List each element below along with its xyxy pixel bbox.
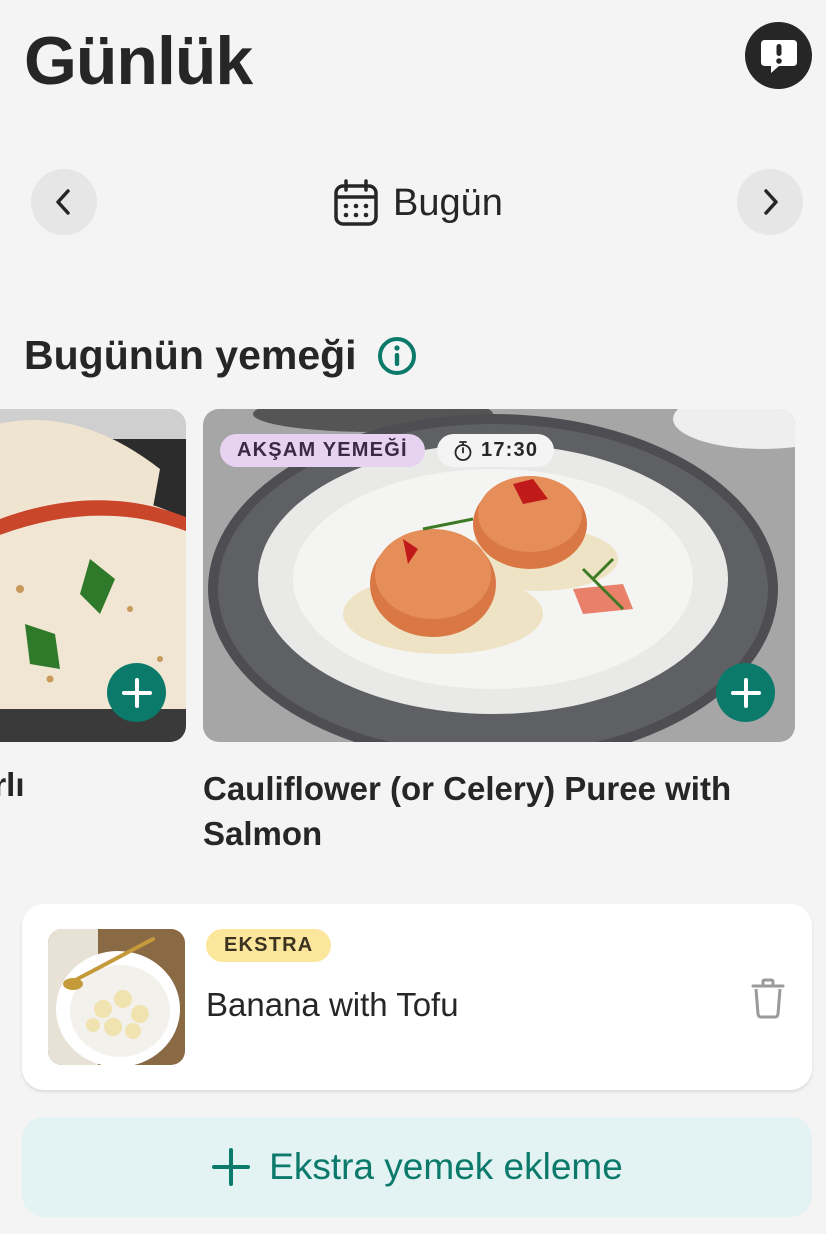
plus-icon [730, 677, 761, 708]
next-day-button[interactable] [737, 169, 803, 235]
add-meal-button[interactable] [716, 663, 775, 722]
add-meal-button-previous[interactable] [107, 663, 166, 722]
date-label: Bugün [393, 181, 503, 224]
page-title: Günlük [24, 23, 253, 99]
date-selector[interactable]: Bugün [333, 178, 503, 228]
chevron-left-icon [56, 189, 70, 215]
meal-title[interactable]: Cauliflower (or Celery) Puree with Salmo… [203, 766, 783, 856]
feedback-button[interactable] [745, 22, 812, 89]
plus-icon [212, 1148, 251, 1186]
exclamation-bubble-icon [760, 39, 797, 73]
add-extra-meal-button[interactable]: Ekstra yemek ekleme [22, 1117, 812, 1217]
section-title-text: Bugünün yemeği [24, 332, 357, 378]
add-extra-label: Ekstra yemek ekleme [269, 1146, 623, 1187]
extra-item-name: Banana with Tofu [206, 986, 459, 1023]
plus-icon [121, 677, 152, 708]
extra-item-card[interactable]: EKSTRA Banana with Tofu [22, 904, 812, 1090]
trash-icon [751, 978, 785, 1019]
meal-type-tag: AKŞAM YEMEĞİ [220, 434, 425, 467]
stopwatch-icon [454, 440, 472, 461]
calendar-icon [334, 179, 378, 226]
chevron-right-icon [764, 189, 778, 215]
meal-time-tag: 17:30 [437, 434, 555, 467]
extra-item-image [48, 929, 185, 1065]
section-title: Bugünün yemeği [24, 332, 417, 379]
meal-title-previous: tarlı [0, 766, 25, 803]
meal-time: 17:30 [481, 439, 539, 461]
banana-tofu-photo [48, 929, 185, 1065]
delete-extra-button[interactable] [746, 974, 790, 1022]
previous-day-button[interactable] [31, 169, 97, 235]
extra-badge: EKSTRA [206, 929, 332, 962]
info-icon[interactable] [377, 336, 417, 376]
